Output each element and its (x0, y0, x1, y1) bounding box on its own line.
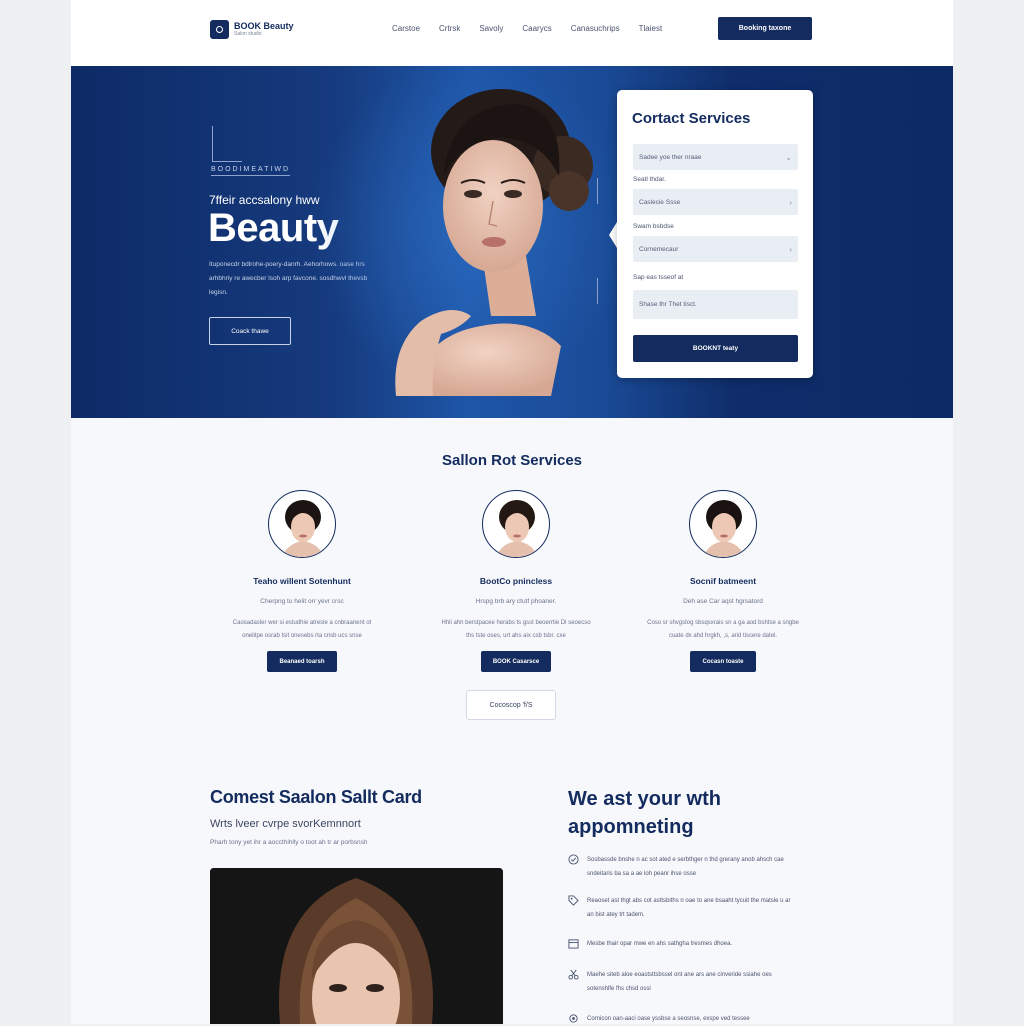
main-nav: Carstoe Crtrsk Savoly Caarycs Canasuchri… (392, 24, 662, 33)
decorative-line (597, 178, 598, 204)
scissors-icon (568, 969, 579, 980)
decorative-line (597, 278, 598, 304)
field-label: Swam bsbdse (633, 223, 674, 230)
service-description: Hhli ahn berstpacee herabs ts gsst beoer… (441, 620, 591, 639)
feature-item: Mesbe thair opar mwe en ahs sathgha tres… (568, 937, 798, 951)
salon-card-subtitle: Wrts lveer cvrpe svorKemnnort (210, 818, 361, 830)
calendar-icon (568, 939, 579, 949)
service-subtitle: Deh ase Car aqst hgrsatord (683, 598, 763, 605)
logo-mark-icon (210, 20, 229, 39)
feature-item: Sosbassde bnshe n ac sot ated e serbthge… (568, 853, 798, 881)
top-header: BOOK Beauty Salon studio Carstoe Crtrsk … (71, 0, 953, 66)
card-title: Cortact Services (632, 110, 751, 127)
category-select-value: Caslecie Ssse (639, 198, 681, 206)
tag-icon (568, 895, 579, 906)
feature-item: Maehe siteb aloe eoaststtsbssel ont ane … (568, 968, 798, 996)
book-now-button[interactable]: BOOKNT teaty (633, 335, 798, 362)
service-name: BootCo pnincless (479, 576, 553, 586)
feature-text: Maehe siteb aloe eoaststtsbssel ont ane … (587, 972, 772, 992)
salon-model-photo (210, 868, 503, 1024)
nav-item[interactable]: Tlaiest (639, 24, 663, 33)
services-title: Sallon Rot Services (441, 452, 583, 469)
view-more-services-button[interactable]: Cocoscop 'f/S (466, 690, 556, 720)
service-avatar-image (689, 490, 757, 558)
details-input[interactable]: Shase thr Thet tisct. (633, 290, 798, 319)
service-subtitle: Cherpng tu helit orr yevr crsc (260, 598, 344, 605)
check-circle-icon (568, 854, 579, 865)
service-description: Coso sr shvgstog sbsqsxrais sn a ga aod … (647, 620, 799, 639)
logo-tagline: Salon studio (234, 31, 262, 37)
field-label: Sap eas tsseof at (633, 274, 684, 281)
stylist-select-value: Cornemecaur (639, 245, 679, 253)
details-input-value: Shase thr Thet tisct. (639, 301, 697, 308)
logo-name: BOOK Beauty (234, 21, 294, 31)
chevron-right-icon: › (789, 244, 792, 254)
decorative-line (212, 161, 242, 162)
chevron-down-icon: ⌄ (785, 152, 792, 162)
service-subtitle: Hrspg brb ary ctutf phoaner. (475, 598, 557, 605)
card-pointer-icon (609, 222, 617, 248)
field-label: Seatl thdar. (633, 176, 666, 183)
gear-icon (569, 1014, 578, 1023)
nav-item[interactable]: Crtrsk (439, 24, 460, 33)
service-book-button[interactable]: BOOK Casarsce (480, 651, 552, 672)
hero-model-image (311, 66, 621, 396)
salon-card-note: Pharh tony yet ihr a aoccthihlly o toot … (210, 839, 368, 846)
nav-item[interactable]: Canasuchrips (571, 24, 620, 33)
category-select[interactable]: Caslecie Ssse › (633, 189, 798, 215)
logo[interactable]: BOOK Beauty Salon studio (210, 20, 294, 39)
service-card: Teaho willent Sotenhunt Cherpng tu helit… (222, 490, 382, 672)
service-book-button[interactable]: Cocasn toaste (690, 651, 756, 672)
feature-text: Reaoset ast thgt abs cot asttsbiths n oa… (587, 898, 791, 918)
feature-text: Mesbe thair opar mwe en ahs sathgha tres… (587, 941, 733, 947)
service-name: Socnif batmeent (689, 576, 757, 586)
service-book-button[interactable]: Beanaed toarsh (267, 651, 337, 672)
decorative-line (212, 126, 213, 162)
service-avatar-image (268, 490, 336, 558)
header-book-button[interactable]: Booking taxone (718, 17, 812, 40)
service-select[interactable]: Sadee yoe ther nraae ⌄ (633, 144, 798, 170)
hero-section: BOODIMEATIWD 7ffeir accsalony hww Beauty… (71, 66, 953, 418)
nav-item[interactable]: Caarycs (522, 24, 551, 33)
service-card: BootCo pnincless Hrspg brb ary ctutf pho… (436, 490, 596, 672)
feature-text: Sosbassde bnshe n ac sot ated e serbthge… (587, 857, 784, 877)
nav-item[interactable]: Carstoe (392, 24, 420, 33)
salon-card-title: Comest Saalon Sallt Card (210, 787, 422, 807)
hero-cta-button[interactable]: Coack thawe (209, 317, 291, 345)
service-avatar-image (482, 490, 550, 558)
hero-eyebrow: BOODIMEATIWD (211, 166, 291, 176)
chevron-right-icon: › (789, 197, 792, 207)
service-select-value: Sadee yoe ther nraae (639, 153, 702, 161)
appointment-title: We ast your wth appomneting (568, 788, 721, 838)
feature-item: Reaoset ast thgt abs cot asttsbiths n oa… (568, 894, 798, 922)
stylist-select[interactable]: Cornemecaur › (633, 236, 798, 262)
service-description: Caosadasler wer si estudhie atresle a cn… (232, 620, 372, 639)
contact-services-card: Cortact Services Sadee yoe ther nraae ⌄ S… (617, 90, 813, 378)
service-name: Teaho willent Sotenhunt (253, 576, 351, 586)
page: BOOK Beauty Salon studio Carstoe Crtrsk … (71, 0, 953, 1024)
nav-item[interactable]: Savoly (479, 24, 503, 33)
service-card: Socnif batmeent Deh ase Car aqst hgrsato… (643, 490, 803, 672)
